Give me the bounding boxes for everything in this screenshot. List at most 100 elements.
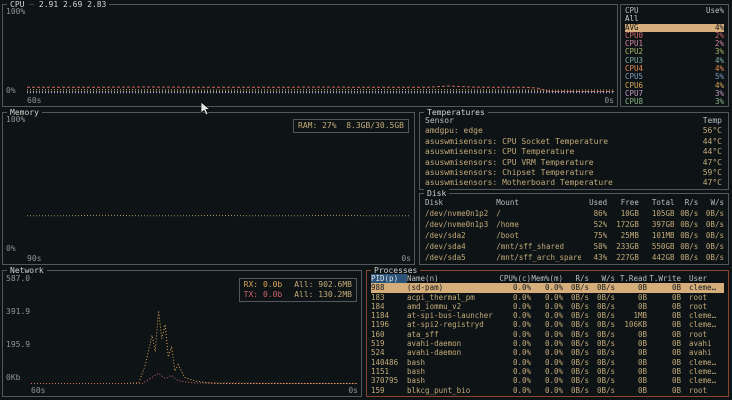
temperatures-panel[interactable]: Temperatures Sensor Temp amdgpu: edge 56°… (419, 108, 729, 190)
table-row[interactable]: 140486 bash 0.0% 0.0% 0B/s 0B/s 0B 0B cleme… (371, 358, 724, 367)
table-row[interactable]: CPU1 2% (625, 40, 724, 48)
temperatures-table-header: Sensor Temp (425, 116, 722, 126)
table-cell: 0B (637, 376, 647, 386)
table-row[interactable]: CPU8 3% (625, 98, 724, 106)
disk-panel[interactable]: Disk Disk Mount Used Free Total R/s W/s … (419, 189, 729, 265)
table-row[interactable]: CPU6 4% (625, 82, 724, 90)
table-row: amdgpu: edge 56°C (425, 126, 722, 136)
table-cell: 0B/s (596, 339, 615, 349)
table-row: /dev/nvme0n1p2 / 86% 10GB 105GB 0B/s 0B/s (425, 208, 724, 219)
table-cell: 0B (637, 339, 647, 349)
table-cell: avahi-daemon (407, 339, 462, 349)
table-cell: 4% (714, 65, 724, 74)
table-cell: 0.0% (544, 320, 563, 330)
column-header-total-write[interactable]: T.Write (647, 274, 681, 283)
table-cell: / (496, 209, 501, 218)
table-cell: 0.0% (512, 320, 531, 330)
table-cell: 0.0% (544, 301, 563, 311)
cpu-core-list-panel[interactable]: CPU Use% All AVG 4% CPU0 2% CPU1 2% CPU2 3% CPU3 4… (620, 4, 729, 107)
processes-panel[interactable]: Processes PID(p) Name(n) CPU%(c) Mem%(m)… (366, 266, 729, 397)
cpu-graph-lines (27, 85, 614, 94)
table-cell: 105GB (651, 209, 675, 218)
table-row[interactable]: CPU2 3% (625, 48, 724, 56)
table-cell: cleme… (689, 283, 717, 293)
table-row[interactable]: CPU4 4% (625, 65, 724, 73)
table-cell: root (689, 292, 708, 302)
table-cell: bash (407, 366, 426, 376)
mouse-cursor (201, 102, 211, 116)
memory-x-left-label: 90s (27, 254, 42, 263)
table-cell: cleme… (689, 320, 717, 330)
table-cell: /dev/sda5 (425, 253, 466, 262)
table-cell: 0B/s (596, 329, 615, 339)
table-row[interactable]: 1184 at-spi-bus-launcher 0.0% 0.0% 0B/s 0B/s 1… (371, 311, 724, 320)
table-row[interactable]: 1196 at-spi2-registryd 0.0% 0.0% 0B/s 0B/s 106… (371, 320, 724, 329)
table-row[interactable]: 159 blkcg_punt_bio 0.0% 0.0% 0B/s 0B/s 0B 0B roo… (371, 386, 724, 395)
memory-x-right-label: 0s (401, 254, 411, 263)
table-cell: 0.0% (512, 366, 531, 376)
table-cell: 397GB (651, 220, 675, 229)
table-row[interactable]: AVG 4% (625, 23, 724, 32)
table-cell: CPU3 (625, 56, 644, 65)
cpu-table-header: CPU Use% (625, 7, 724, 15)
column-header-total-read[interactable]: T.Read (615, 274, 647, 283)
column-header-name[interactable]: Name(n) (407, 274, 499, 283)
table-row[interactable]: 524 avahi-daemon 0.0% 0.0% 0B/s 0B/s 0B 0B avahi (371, 348, 724, 357)
table-row[interactable]: 519 avahi-daemon 0.0% 0.0% 0B/s 0B/s 0B 0B avahi (371, 339, 724, 348)
table-cell: 0B/s (596, 376, 615, 386)
table-row[interactable]: CPU0 2% (625, 32, 724, 40)
table-cell: 0.0% (512, 329, 531, 339)
table-row[interactable]: CPU5 5% (625, 73, 724, 81)
column-header-user[interactable]: User (681, 274, 724, 283)
table-row[interactable]: 160 ata_sff 0.0% 0.0% 0B/s 0B/s 0B 0B root (371, 330, 724, 339)
memory-panel[interactable]: Memory 100% 0% 90s 0s RAM: 27% 8.3GB/30.… (2, 108, 415, 265)
table-row[interactable]: 183 acpi_thermal_pm 0.0% 0.0% 0B/s 0B/s 0B 0B ro… (371, 293, 724, 302)
table-cell: 0B/s (680, 242, 699, 251)
table-cell: 0B/s (680, 253, 699, 262)
table-row[interactable]: All (625, 15, 724, 23)
table-cell: 86% (593, 209, 608, 218)
table-cell: 5% (714, 73, 724, 82)
table-cell: 0B/s (596, 366, 615, 376)
process-rows: 988 (sd-pam) 0.0% 0.0% 0B/s 0B/s 0B 0B cleme… 183… (371, 283, 724, 395)
table-cell: 0B (637, 329, 647, 339)
table-cell: /home (496, 220, 519, 229)
table-cell: CPU4 (625, 65, 644, 74)
table-cell: 106KB (624, 320, 647, 330)
table-cell: ata_sff (407, 329, 439, 339)
table-row[interactable]: CPU7 3% (625, 90, 724, 98)
cpu-y-min-label: 0% (6, 86, 16, 95)
table-row[interactable]: 988 (sd-pam) 0.0% 0.0% 0B/s 0B/s 0B 0B cleme… (371, 283, 724, 293)
table-cell: 160 (371, 329, 385, 339)
cpu-x-right-label: 0s (604, 96, 614, 105)
column-header-cpu-percent[interactable]: CPU%(c) (499, 274, 531, 283)
table-cell: 44°C (702, 147, 722, 157)
table-row[interactable]: 184 amd_iommu_v2 0.0% 0.0% 0B/s 0B/s 0B 0B root (371, 302, 724, 311)
table-row[interactable]: 1151 bash 0.0% 0.0% 0B/s 0B/s 0B 0B cleme… (371, 367, 724, 376)
table-cell: 0B/s (680, 209, 699, 218)
table-cell: cleme… (689, 376, 717, 386)
table-cell: 101MB (651, 231, 675, 240)
table-row: /dev/sda2/boot 75% 25MB 101MB 0B/s 0B/s (425, 230, 724, 241)
table-row[interactable]: CPU3 4% (625, 57, 724, 65)
table-cell: 4% (714, 23, 724, 32)
table-cell: 75% (593, 231, 608, 240)
table-cell: 43% (593, 253, 608, 262)
column-header-pid[interactable]: PID(p) (371, 274, 407, 284)
table-cell: 2% (714, 31, 724, 40)
table-cell: asuswmisensors: Motherboard Temperature (425, 178, 613, 188)
table-row[interactable]: 370795 bash 0.0% 0.0% 0B/s 0B/s 0B 0B cleme… (371, 376, 724, 385)
column-header-mount: Mount (496, 198, 519, 207)
cpu-graph-panel[interactable]: CPU2.91 2.69 2.83 100% 0% 60s 0s (2, 0, 618, 107)
column-header-write-rate[interactable]: W/s (589, 274, 615, 283)
table-cell: 442GB (651, 253, 675, 262)
network-panel[interactable]: Network 587.0 391.9 195.9 0Kb 60s 0s RX:… (2, 266, 362, 397)
table-cell: 0.0% (512, 301, 531, 311)
column-header-sensor: Sensor (425, 116, 454, 125)
memory-graph-lines (27, 214, 411, 217)
column-header-mem-percent[interactable]: Mem%(m) (531, 274, 563, 283)
table-cell: 3% (714, 89, 724, 98)
table-cell: 0B/s (705, 209, 724, 218)
column-header-write: W/s (710, 198, 724, 207)
column-header-read-rate[interactable]: R/s (563, 274, 589, 283)
